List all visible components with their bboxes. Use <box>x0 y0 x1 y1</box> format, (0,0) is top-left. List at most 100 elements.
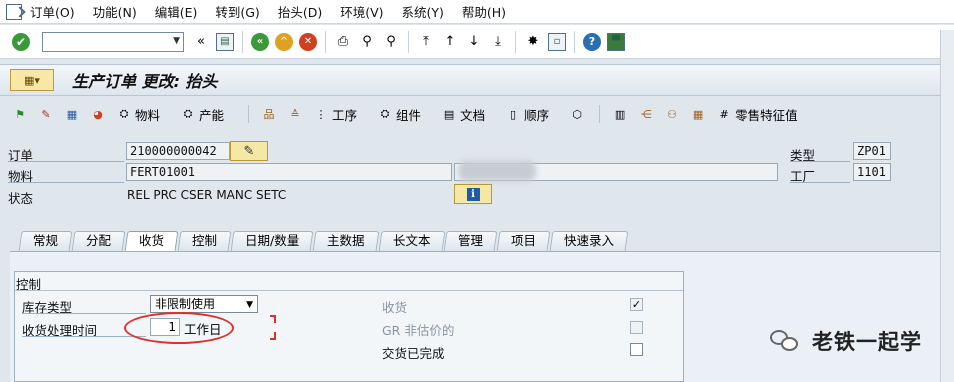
tab-dates-quantities[interactable]: 日期/数量 <box>230 231 314 251</box>
toolbar-separator <box>325 30 326 53</box>
next-page-icon[interactable]: ↓ <box>465 33 483 51</box>
flag-icon[interactable]: ⚑ <box>12 106 28 122</box>
find-next-icon[interactable]: ⚲ <box>382 33 400 51</box>
info-icon: i <box>466 187 480 201</box>
components-button-label: 组件 <box>396 107 422 123</box>
status-label: 状态 <box>8 191 34 206</box>
label-underline <box>8 182 124 183</box>
toolbar-separator <box>248 105 250 123</box>
components-button[interactable]: ⛭ 组件 <box>373 105 421 124</box>
watermark: 老铁一起学 <box>770 326 922 356</box>
menu-function[interactable]: 功能(N) <box>93 2 137 21</box>
label-underline <box>8 161 124 162</box>
tab-strip: 常规 分配 收货 控制 日期/数量 主数据 长文本 管理 项目 快速录入 <box>18 231 629 251</box>
sequences-button[interactable]: ▯ 顺序 <box>501 105 549 124</box>
tab-control[interactable]: 控制 <box>177 231 232 251</box>
command-field[interactable] <box>42 31 184 52</box>
enter-check-icon[interactable]: ✔ <box>12 32 30 51</box>
capacity-button-label: 产能 <box>199 107 225 123</box>
menu-order[interactable]: 订单(O) <box>30 2 75 21</box>
highlight-ellipse <box>124 312 234 344</box>
last-page-icon[interactable]: ⤓ <box>489 33 507 51</box>
group-divider <box>15 290 683 291</box>
watermark-text: 老铁一起学 <box>812 330 922 354</box>
toolbar-separator <box>242 30 243 53</box>
sequences-icon: ▯ <box>510 107 517 121</box>
plant-field[interactable]: 1101 <box>853 163 891 181</box>
tab-master-data[interactable]: 主数据 <box>312 231 380 251</box>
stack-icon[interactable]: ≙ <box>287 106 303 122</box>
table-icon[interactable]: ▥ <box>612 106 628 122</box>
label-underline <box>22 313 146 314</box>
tab-goods-receipt[interactable]: 收货 <box>124 231 179 251</box>
menu-environment[interactable]: 环境(V) <box>340 2 383 21</box>
order-type-field[interactable]: ZP01 <box>853 142 891 160</box>
collapse-icon[interactable]: « <box>192 33 210 51</box>
stock-type-select[interactable]: 非限制使用 <box>150 295 258 313</box>
goods-receipt-checkbox[interactable]: ✓ <box>630 298 643 311</box>
toolbar-separator <box>574 30 575 53</box>
documents-button-label: 文档 <box>460 107 486 123</box>
edit-button[interactable]: ✎ <box>230 141 268 161</box>
cancel-icon[interactable]: ✕ <box>299 32 317 51</box>
package-icon[interactable]: ⬡ <box>569 106 585 122</box>
tree-icon[interactable]: ⋲ <box>638 106 654 122</box>
tab-quick-entry[interactable]: 快速录入 <box>549 231 629 251</box>
print-icon[interactable]: ⎙ <box>334 33 352 51</box>
system-menu-icon[interactable] <box>6 3 22 20</box>
menu-header[interactable]: 抬头(D) <box>278 2 322 21</box>
people-icon[interactable]: ⚇ <box>664 106 680 122</box>
edit-change-icon[interactable]: ✎ <box>38 106 54 122</box>
capacity-button[interactable]: ⛭ 产能 <box>176 105 224 124</box>
menu-bar: 订单(O) 功能(N) 编辑(E) 转到(G) 抬头(D) 环境(V) 系统(Y… <box>0 0 954 24</box>
operations-button[interactable]: ⋮ 工序 <box>309 105 358 124</box>
delivery-completed-checkbox[interactable] <box>630 343 643 356</box>
tab-administration[interactable]: 管理 <box>443 231 498 251</box>
material-field[interactable]: FERT01001 <box>126 163 452 181</box>
previous-page-icon[interactable]: ↑ <box>441 33 459 51</box>
tab-assignment[interactable]: 分配 <box>71 231 126 251</box>
tab-project[interactable]: 项目 <box>496 231 551 251</box>
material-icon: ⛭ <box>119 107 129 120</box>
back-icon[interactable]: « <box>251 32 269 51</box>
title-bar: ▦▾ 生产订单 更改: 抬头 <box>0 64 940 96</box>
delivery-completed-label: 交货已完成 <box>382 346 445 361</box>
exit-icon[interactable]: ^ <box>275 32 293 51</box>
documents-button[interactable]: ▤ 文档 <box>437 105 485 124</box>
title-menu-button[interactable]: ▦▾ <box>10 69 54 91</box>
layout-menu-icon[interactable]: ▀ <box>607 32 625 51</box>
tab-long-text[interactable]: 长文本 <box>378 231 445 251</box>
find-icon[interactable]: ⚲ <box>358 33 376 51</box>
menu-system[interactable]: 系统(Y) <box>402 2 444 21</box>
application-toolbar: ⚑ ✎ ▦ ◕ ⛭ 物料 ⛭ 产能 品 ≙ ⋮ 工序 ⛭ 组件 ▤ 文档 ▯ 顺… <box>0 100 940 128</box>
label-underline <box>22 336 146 337</box>
highlight-bracket <box>270 315 276 323</box>
right-scroll-strip <box>940 30 954 382</box>
material-button-label: 物料 <box>135 107 161 123</box>
pie-chart-icon[interactable]: ◕ <box>90 106 106 122</box>
order-number-field[interactable]: 210000000042 <box>126 142 230 160</box>
first-page-icon[interactable]: ⤒ <box>417 33 435 51</box>
standard-toolbar: ✔ « ▤ « ^ ✕ ⎙ ⚲ ⚲ ⤒ ↑ ↓ ⤓ ✸ ▫ ? ▀ <box>0 25 954 59</box>
material-button[interactable]: ⛭ 物料 <box>112 105 160 124</box>
menu-help[interactable]: 帮助(H) <box>462 2 506 21</box>
menu-edit[interactable]: 编辑(E) <box>155 2 198 21</box>
save-icon[interactable]: ▤ <box>216 32 234 51</box>
tab-general[interactable]: 常规 <box>18 231 73 251</box>
grid-icon[interactable]: ▦ <box>690 106 706 122</box>
status-info-button[interactable]: i <box>454 184 492 204</box>
edit-pencil-icon: ✎ <box>243 143 255 159</box>
help-icon[interactable]: ? <box>583 32 601 51</box>
label-underline <box>790 182 850 183</box>
documents-icon: ▤ <box>443 107 455 121</box>
toolbar-separator <box>599 105 601 123</box>
shortcut-icon[interactable]: ▫ <box>548 32 566 51</box>
new-session-icon[interactable]: ✸ <box>524 33 542 51</box>
operations-button-label: 工序 <box>332 107 358 123</box>
hierarchy-icon[interactable]: 品 <box>261 106 277 122</box>
calculator-icon[interactable]: ▦ <box>64 106 80 122</box>
retail-characteristics-button[interactable]: # 零售特征值 <box>712 105 797 124</box>
menu-goto[interactable]: 转到(G) <box>215 2 259 21</box>
hash-grid-icon: # <box>719 107 729 121</box>
gr-nonvaluated-checkbox[interactable] <box>630 321 643 334</box>
